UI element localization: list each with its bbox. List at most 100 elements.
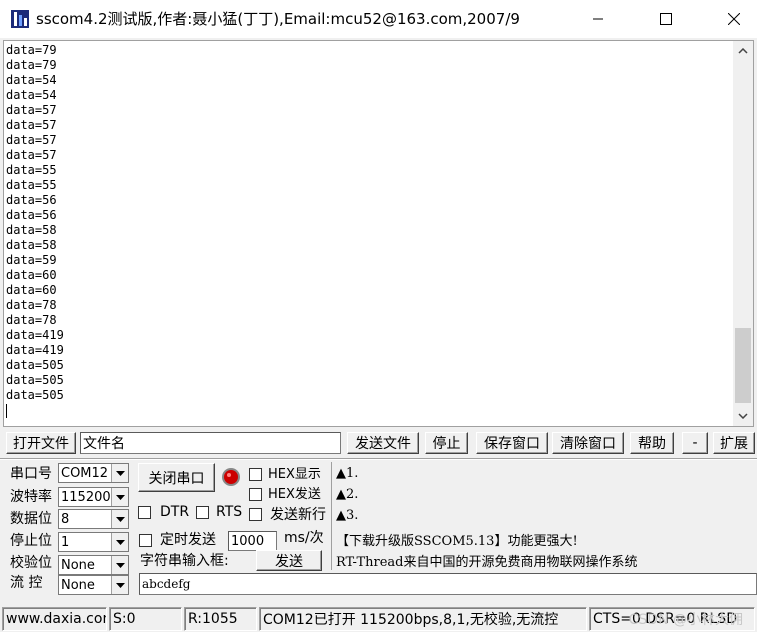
port-select[interactable]: COM12 xyxy=(58,463,129,483)
help-button[interactable]: 帮助 xyxy=(630,432,674,454)
info-line-1[interactable]: ▲1. xyxy=(336,466,358,481)
receive-line: data=59 xyxy=(6,253,57,267)
databits-value: 8 xyxy=(61,511,70,527)
close-button[interactable] xyxy=(711,0,757,38)
flow-select[interactable]: None xyxy=(58,575,129,595)
title-bar: sscom4.2测试版,作者:聂小猛(丁丁),Email:mcu52@163.c… xyxy=(0,0,757,38)
close-icon xyxy=(728,13,740,25)
receive-text[interactable]: data=79 data=79 data=54 data=54 data=57 data=… xyxy=(6,43,732,423)
text-caret xyxy=(6,403,7,418)
maximize-button[interactable] xyxy=(643,0,689,38)
port-dropdown-button[interactable] xyxy=(111,464,128,482)
databits-select[interactable]: 8 xyxy=(58,509,129,529)
stopbits-select[interactable]: 1 xyxy=(58,532,129,552)
parity-select[interactable]: None xyxy=(58,555,129,575)
chevron-down-icon xyxy=(115,562,125,568)
chevron-down-icon xyxy=(115,494,125,500)
status-received-count: R:1055 xyxy=(184,607,257,631)
receive-line: data=57 xyxy=(6,118,57,132)
status-port-state: COM12已打开 115200bps,8,1,无校验,无流控 xyxy=(259,607,587,631)
close-port-button[interactable]: 关闭串口 xyxy=(138,463,215,492)
baud-select[interactable]: 115200 xyxy=(58,487,129,507)
receive-line: data=505 xyxy=(6,373,64,387)
chevron-down-icon xyxy=(115,516,125,522)
receive-line: data=79 xyxy=(6,43,57,57)
sscom-app-icon xyxy=(11,10,29,28)
port-value: COM12 xyxy=(61,465,109,481)
chevron-down-icon xyxy=(115,470,125,476)
timed-send-checkbox[interactable] xyxy=(139,534,152,547)
stopbits-dropdown-button[interactable] xyxy=(111,533,128,551)
receive-area[interactable]: data=79 data=79 data=54 data=54 data=57 data=… xyxy=(3,40,754,427)
flow-label: 流 控 xyxy=(10,575,43,591)
vertical-scrollbar[interactable] xyxy=(733,41,753,426)
status-bar: www.daxia.com S:0 R:1055 COM12已打开 115200… xyxy=(0,605,757,632)
send-newline-checkbox[interactable] xyxy=(249,508,262,521)
stopbits-value: 1 xyxy=(61,534,70,550)
scroll-down-button[interactable] xyxy=(733,406,753,426)
divider xyxy=(0,458,757,460)
info-panel: ▲1. ▲2. ▲3. 【下载升级版SSCOM5.13】功能更强大! RT-Th… xyxy=(331,462,757,570)
receive-line: data=78 xyxy=(6,298,57,312)
minimize-button[interactable] xyxy=(575,0,621,38)
stopbits-label: 停止位 xyxy=(10,533,52,549)
databits-label: 数据位 xyxy=(10,511,52,527)
parity-dropdown-button[interactable] xyxy=(111,556,128,574)
info-line-2[interactable]: ▲2. xyxy=(336,487,358,502)
dtr-checkbox[interactable] xyxy=(138,506,151,519)
send-button[interactable]: 发送 xyxy=(256,550,322,571)
timed-send-label: 定时发送 xyxy=(160,532,216,548)
status-site[interactable]: www.daxia.com xyxy=(2,607,107,631)
send-file-button[interactable]: 发送文件 xyxy=(347,432,419,454)
receive-line: data=79 xyxy=(6,58,57,72)
hex-display-checkbox[interactable] xyxy=(249,468,262,481)
flow-value: None xyxy=(61,577,95,593)
baud-label: 波特率 xyxy=(10,489,52,505)
receive-line: data=419 xyxy=(6,328,64,342)
interval-unit-label: ms/次 xyxy=(284,530,324,546)
send-input[interactable]: abcdefg xyxy=(139,573,757,595)
receive-line: data=55 xyxy=(6,178,57,192)
chevron-down-icon xyxy=(115,582,125,588)
expand-button[interactable]: 扩展 xyxy=(713,432,755,454)
baud-value: 115200 xyxy=(61,489,111,505)
flow-dropdown-button[interactable] xyxy=(111,576,128,594)
send-newline-label: 发送新行 xyxy=(270,507,326,523)
scroll-up-button[interactable] xyxy=(733,41,753,61)
rt-thread-link[interactable]: RT-Thread来自中国的开源免费商用物联网操作系统 xyxy=(336,551,638,570)
receive-line: data=57 xyxy=(6,148,57,162)
rts-label: RTS xyxy=(216,504,243,520)
scroll-thumb[interactable] xyxy=(735,328,751,403)
receive-line: data=58 xyxy=(6,238,57,252)
receive-line: data=54 xyxy=(6,88,57,102)
hex-display-label: HEX显示 xyxy=(268,467,321,482)
collapse-button[interactable]: - xyxy=(682,432,708,454)
filename-input[interactable]: 文件名 xyxy=(80,432,341,454)
download-link[interactable]: 【下载升级版SSCOM5.13】功能更强大! xyxy=(336,530,578,549)
window-title: sscom4.2测试版,作者:聂小猛(丁丁),Email:mcu52@163.c… xyxy=(36,10,520,28)
dtr-label: DTR xyxy=(160,504,190,520)
save-window-button[interactable]: 保存窗口 xyxy=(476,432,548,454)
rts-checkbox[interactable] xyxy=(196,506,209,519)
receive-line: data=55 xyxy=(6,163,57,177)
clear-window-button[interactable]: 清除窗口 xyxy=(552,432,624,454)
receive-line: data=58 xyxy=(6,223,57,237)
info-line-3[interactable]: ▲3. xyxy=(336,508,358,523)
chevron-up-icon xyxy=(738,48,748,54)
receive-line: data=60 xyxy=(6,268,57,282)
port-label: 串口号 xyxy=(10,466,52,482)
receive-line: data=56 xyxy=(6,193,57,207)
hex-send-label: HEX发送 xyxy=(268,487,321,502)
baud-dropdown-button[interactable] xyxy=(111,488,128,506)
chevron-down-icon xyxy=(115,539,125,545)
receive-line: data=505 xyxy=(6,358,64,372)
receive-line: data=57 xyxy=(6,103,57,117)
databits-dropdown-button[interactable] xyxy=(111,510,128,528)
open-file-button[interactable]: 打开文件 xyxy=(6,432,76,454)
interval-input[interactable]: 1000 xyxy=(228,531,277,551)
receive-line: data=60 xyxy=(6,283,57,297)
stop-button[interactable]: 停止 xyxy=(425,432,468,454)
receive-line: data=56 xyxy=(6,208,57,222)
hex-send-checkbox[interactable] xyxy=(249,488,262,501)
chevron-down-icon xyxy=(738,413,748,419)
